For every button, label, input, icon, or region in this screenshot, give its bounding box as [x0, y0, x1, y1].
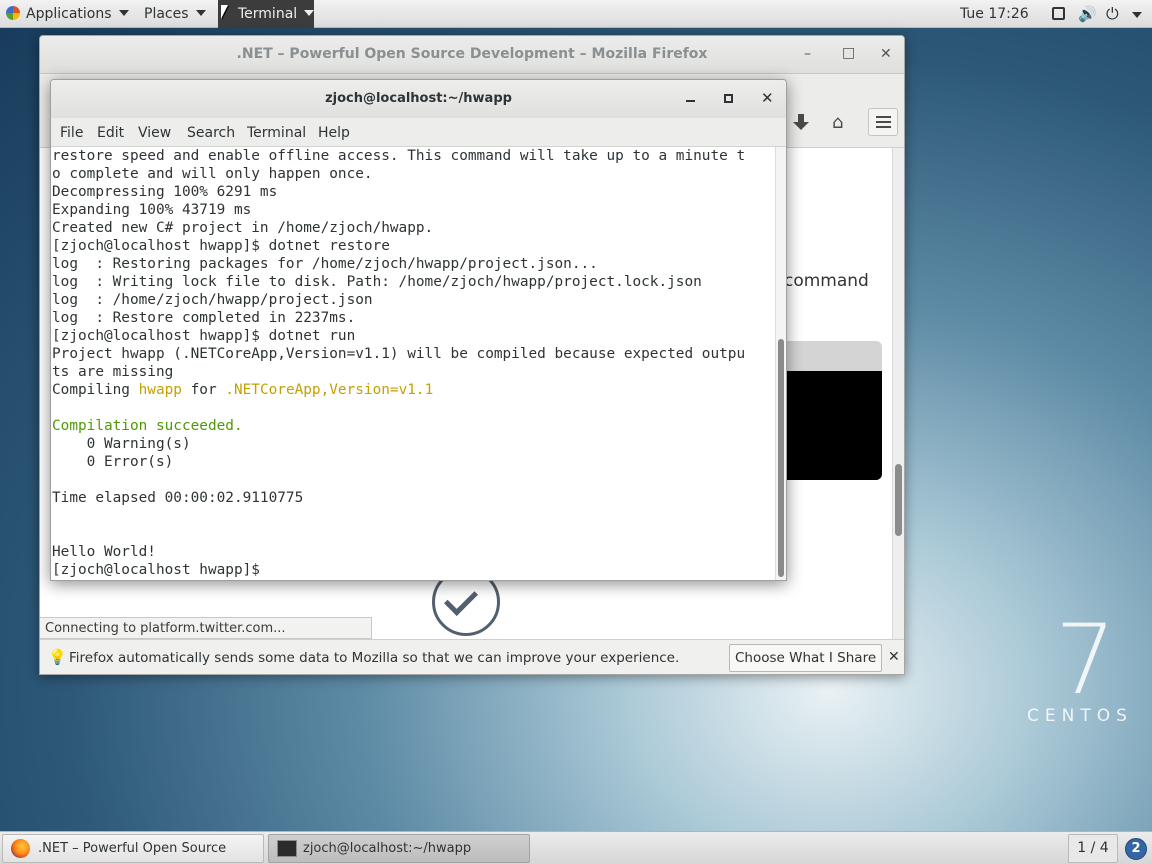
home-icon[interactable]: ⌂: [832, 112, 843, 133]
chevron-down-icon: [304, 10, 315, 16]
terminal-line: ts are missing: [52, 364, 174, 380]
terminal-line: Expanding 100% 43719 ms: [52, 202, 252, 218]
places-label: Places: [144, 6, 189, 22]
bottom-panel: .NET – Powerful Open Source Dev... zjoch…: [0, 831, 1152, 864]
menu-help[interactable]: Help: [318, 125, 350, 141]
terminal-title: zjoch@localhost:~/hwapp: [325, 91, 512, 106]
terminal-line-success: Compilation succeeded.: [52, 418, 243, 434]
taskbar-label: .NET – Powerful Open Source Dev...: [38, 841, 227, 856]
page-partial-text: command: [784, 271, 869, 291]
applications-label: Applications: [26, 6, 112, 22]
compiling-middle: for: [181, 382, 226, 398]
taskbar-item-terminal[interactable]: zjoch@localhost:~/hwapp: [268, 834, 530, 863]
firefox-scrollbar[interactable]: [892, 148, 904, 639]
chevron-down-icon: [195, 10, 206, 16]
page-code-box: [780, 341, 882, 480]
terminal-line-hello: Hello World!: [52, 544, 156, 560]
compiling-framework: .NETCoreApp,Version=v1.1: [225, 382, 434, 398]
applications-icon: [6, 6, 20, 20]
terminal-cursor: [268, 561, 278, 577]
terminal-app-label: Terminal: [238, 6, 298, 22]
terminal-titlebar[interactable]: zjoch@localhost:~/hwapp ✕: [51, 80, 786, 118]
terminal-line: Decompressing 100% 6291 ms: [52, 184, 278, 200]
scrollbar-thumb[interactable]: [778, 339, 784, 577]
clock[interactable]: Tue 17:26: [960, 0, 1029, 28]
terminal-menubar: File Edit View Search Terminal Help: [51, 118, 786, 147]
status-text: Connecting to platform.twitter.com...: [40, 617, 372, 639]
terminal-prompt: [zjoch@localhost hwapp]$: [52, 562, 269, 578]
terminal-blank-line: ​: [52, 471, 774, 489]
firefox-maximize-button[interactable]: □: [842, 45, 855, 61]
terminal-minimize-button[interactable]: [686, 100, 695, 102]
system-menu[interactable]: 🔊 ⏻: [1050, 0, 1146, 28]
workspace-indicator[interactable]: 1 / 4: [1068, 834, 1118, 863]
terminal-line: o complete and will only happen once.: [52, 166, 373, 182]
centos-logo-word: CENTOS: [1027, 706, 1133, 726]
terminal-window: zjoch@localhost:~/hwapp ✕ File Edit View…: [50, 79, 787, 581]
notification-count-badge[interactable]: 2: [1125, 838, 1147, 860]
firefox-titlebar[interactable]: .NET – Powerful Open Source Development …: [40, 36, 904, 74]
notification-close-button[interactable]: ✕: [888, 649, 900, 665]
compiling-prefix: Compiling: [52, 382, 139, 398]
notification-message: Firefox automatically sends some data to…: [69, 650, 680, 666]
terminal-line: log : /home/zjoch/hwapp/project.json: [52, 292, 373, 308]
terminal-blank-line: ​: [52, 525, 774, 543]
volume-icon: 🔊: [1078, 5, 1097, 23]
terminal-blank-line: ​: [52, 507, 774, 525]
top-panel: Applications Places Terminal Tue 17:26 🔊…: [0, 0, 1152, 28]
scrollbar-thumb[interactable]: [895, 464, 902, 536]
terminal-blank-line: ​: [52, 399, 774, 417]
terminal-line: [zjoch@localhost hwapp]$ dotnet run: [52, 328, 356, 344]
applications-menu[interactable]: Applications: [6, 0, 129, 28]
terminal-close-button[interactable]: ✕: [761, 89, 774, 107]
taskbar-item-firefox[interactable]: .NET – Powerful Open Source Dev...: [2, 834, 264, 863]
terminal-icon: [277, 840, 297, 857]
chevron-down-icon: [118, 10, 129, 16]
terminal-line: Project hwapp (.NETCoreApp,Version=v1.1)…: [52, 346, 746, 362]
firefox-minimize-button[interactable]: –: [804, 46, 811, 62]
menu-terminal[interactable]: Terminal: [247, 125, 306, 141]
terminal-line-elapsed: Time elapsed 00:00:02.9110775: [52, 490, 304, 506]
terminal-line: [zjoch@localhost hwapp]$ dotnet restore: [52, 238, 390, 254]
terminal-line-errors: 0 Error(s): [52, 454, 174, 470]
terminal-line: log : Restore completed in 2237ms.: [52, 310, 356, 326]
terminal-line: restore speed and enable offline access.…: [52, 148, 746, 164]
terminal-prompt-line: [zjoch@localhost hwapp]$: [52, 561, 774, 579]
download-icon[interactable]: [793, 114, 809, 134]
menu-view[interactable]: View: [138, 125, 171, 141]
places-menu[interactable]: Places: [144, 0, 206, 28]
firefox-icon: [11, 839, 30, 858]
mouse-cursor-icon: [221, 5, 228, 19]
firefox-close-button[interactable]: ✕: [880, 46, 892, 62]
terminal-output[interactable]: restore speed and enable offline access.…: [52, 147, 774, 580]
firefox-title: .NET – Powerful Open Source Development …: [236, 46, 708, 62]
chevron-down-icon: [1132, 12, 1142, 18]
compiling-project: hwapp: [138, 382, 182, 398]
terminal-line: Created new C# project in /home/zjoch/hw…: [52, 220, 434, 236]
terminal-line-warnings: 0 Warning(s): [52, 436, 191, 452]
lightbulb-icon: 💡: [48, 648, 67, 666]
menu-file[interactable]: File: [60, 125, 83, 141]
choose-what-i-share-button[interactable]: Choose What I Share: [729, 644, 883, 672]
taskbar-label: zjoch@localhost:~/hwapp: [303, 841, 472, 856]
screen-icon: [1052, 7, 1065, 20]
terminal-app-menu[interactable]: Terminal: [218, 0, 315, 28]
terminal-line: log : Writing lock file to disk. Path: /…: [52, 274, 702, 290]
telemetry-notification: 💡 Firefox automatically sends some data …: [40, 639, 904, 674]
terminal-maximize-button[interactable]: [724, 94, 733, 103]
hamburger-menu-icon[interactable]: [868, 108, 898, 136]
terminal-line-compiling: Compiling hwapp for .NETCoreApp,Version=…: [52, 381, 774, 399]
menu-search[interactable]: Search: [187, 125, 235, 141]
menu-edit[interactable]: Edit: [97, 125, 124, 141]
terminal-scrollbar[interactable]: [775, 147, 786, 580]
terminal-line: log : Restoring packages for /home/zjoch…: [52, 256, 598, 272]
centos-logo-number: 7: [1055, 604, 1117, 716]
power-icon: ⏻: [1106, 4, 1119, 23]
